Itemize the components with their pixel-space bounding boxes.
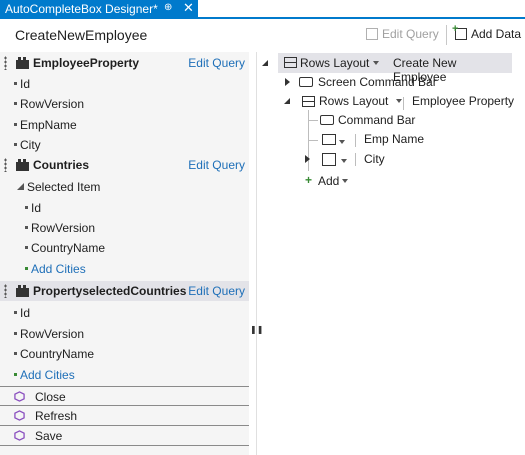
property-label: CountryName — [31, 241, 106, 255]
cube-icon — [14, 410, 25, 421]
add-cities-link[interactable]: Add Cities — [0, 259, 249, 279]
dropdown-arrow-icon[interactable] — [342, 179, 348, 183]
property-label: Id — [31, 201, 42, 215]
tree-node-emp-name[interactable]: Emp Name — [364, 132, 424, 146]
tab-title: AutoCompleteBox Designer* — [5, 2, 158, 16]
query-name: PropertyselectedCountries — [33, 284, 187, 298]
command-bar-icon — [299, 77, 313, 87]
drag-grip-icon[interactable] — [4, 158, 7, 172]
expand-triangle-icon[interactable] — [305, 155, 310, 163]
separator — [355, 153, 356, 166]
query-header-countries[interactable]: Countries Edit Query — [0, 155, 249, 175]
screen-title: CreateNewEmployee — [15, 27, 148, 43]
command-label: Refresh — [35, 409, 78, 423]
dropdown-arrow-icon[interactable] — [339, 140, 345, 144]
command-refresh[interactable]: Refresh — [0, 406, 249, 426]
property-item[interactable]: Id — [0, 74, 249, 94]
separator — [355, 134, 356, 147]
query-table-icon — [16, 57, 29, 69]
command-label: Close — [35, 390, 66, 404]
property-item[interactable]: CountryName — [0, 344, 249, 364]
toolbar-separator — [446, 25, 447, 45]
query-name: EmployeeProperty — [33, 56, 140, 70]
query-table-icon — [16, 285, 29, 297]
property-item[interactable]: RowVersion — [0, 324, 249, 344]
property-label: RowVersion — [20, 97, 85, 111]
edit-query-link[interactable]: Edit Query — [188, 56, 245, 70]
query-name: Countries — [33, 158, 90, 172]
property-item[interactable]: Id — [0, 198, 249, 218]
query-table-icon — [16, 159, 29, 171]
node-label: Employee Property — [412, 94, 515, 108]
text-box-icon — [322, 134, 336, 145]
tree-node-city[interactable]: City — [364, 152, 385, 166]
command-label: Save — [35, 429, 63, 443]
property-label: RowVersion — [31, 221, 96, 235]
edit-query-button[interactable]: Edit Query — [366, 27, 439, 41]
query-header-propertyselectedcountries[interactable]: PropertyselectedCountries Edit Query — [0, 281, 249, 301]
edit-query-link[interactable]: Edit Query — [188, 284, 245, 298]
property-label: City — [20, 138, 41, 152]
designer-toolbar: CreateNewEmployee Edit Query Add Data — [0, 21, 525, 50]
property-item[interactable]: RowVersion — [0, 94, 249, 114]
autocomplete-box-icon — [322, 153, 336, 166]
tree-node-add[interactable]: Add — [318, 174, 339, 188]
drag-grip-icon[interactable] — [4, 284, 7, 298]
property-label: RowVersion — [20, 327, 85, 341]
cube-icon — [14, 430, 25, 441]
property-item[interactable]: RowVersion — [0, 218, 249, 238]
rows-layout-icon — [302, 96, 315, 107]
property-item[interactable]: CountryName — [0, 238, 249, 258]
add-cities-link[interactable]: Add Cities — [0, 365, 249, 385]
collapse-triangle-icon[interactable] — [284, 98, 290, 104]
control-type-label: Rows Layout — [300, 56, 370, 70]
property-item[interactable]: City — [0, 135, 249, 155]
collapse-triangle-icon[interactable] — [17, 183, 24, 190]
command-close[interactable]: Close — [0, 386, 249, 406]
tree-node-root-rows-layout[interactable]: Rows Layout Create New Employee — [278, 53, 512, 84]
expand-triangle-icon[interactable] — [285, 78, 290, 86]
dropdown-arrow-icon[interactable] — [396, 99, 402, 103]
property-item[interactable]: Id — [0, 303, 249, 323]
rows-layout-icon — [284, 57, 297, 68]
tab-autocompletebox-designer[interactable]: AutoCompleteBox Designer* ⊕ ✕ — [0, 0, 198, 19]
property-label: CountryName — [20, 347, 95, 361]
selected-item-label: Selected Item — [27, 180, 101, 194]
command-bar-icon — [320, 115, 334, 125]
property-label: Id — [20, 306, 31, 320]
cube-icon — [14, 391, 25, 402]
selected-item-node[interactable]: Selected Item — [0, 177, 249, 197]
pane-divider — [256, 52, 257, 455]
add-icon: + — [305, 173, 313, 187]
query-header-employeeproperty[interactable]: EmployeeProperty Edit Query — [0, 53, 249, 73]
dropdown-arrow-icon[interactable] — [341, 159, 347, 163]
edit-query-link[interactable]: Edit Query — [188, 158, 245, 172]
tree-node-command-bar[interactable]: Command Bar — [338, 113, 415, 127]
add-cities-label: Add Cities — [20, 368, 75, 382]
drag-grip-icon[interactable] — [4, 56, 7, 70]
collapse-triangle-icon[interactable] — [262, 60, 268, 66]
document-tab-bar: AutoCompleteBox Designer* ⊕ ✕ — [0, 0, 525, 19]
edit-query-label: Edit Query — [382, 27, 439, 41]
close-icon[interactable]: ✕ — [183, 0, 194, 16]
pin-icon[interactable]: ⊕ — [164, 2, 172, 13]
add-data-label: Add Data — [471, 27, 522, 41]
property-item[interactable]: EmpName — [0, 115, 249, 135]
tree-node-screen-command-bar[interactable]: Screen Command Bar — [318, 75, 437, 89]
tree-guide-line — [308, 140, 318, 141]
separator — [403, 97, 404, 110]
command-save[interactable]: Save — [0, 426, 249, 446]
add-cities-label: Add Cities — [31, 262, 86, 276]
add-data-button[interactable]: Add Data — [452, 23, 522, 41]
dropdown-arrow-icon[interactable] — [373, 61, 379, 65]
add-data-icon — [452, 23, 467, 40]
edit-query-icon — [366, 28, 378, 40]
tree-guide-line — [308, 120, 318, 121]
property-label: Id — [20, 77, 31, 91]
tree-node-rows-layout[interactable]: Rows Layout — [319, 94, 388, 108]
property-label: EmpName — [20, 118, 77, 132]
